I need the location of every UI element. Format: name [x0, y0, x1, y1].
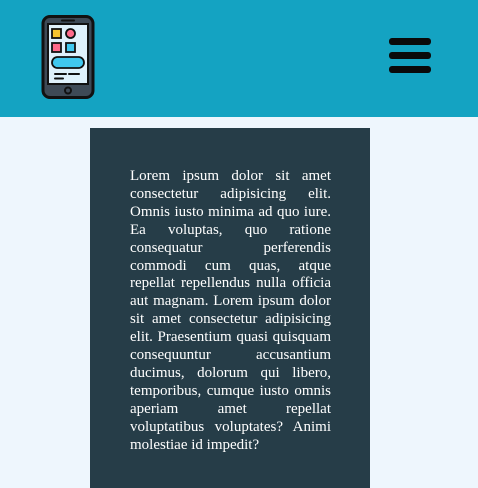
hamburger-menu-button[interactable]: [386, 36, 434, 76]
menu-bar-middle: [389, 52, 431, 59]
content-card: Lorem ipsum dolor sit amet consectetur a…: [90, 128, 370, 488]
card-paragraph: Lorem ipsum dolor sit amet consectetur a…: [130, 168, 331, 453]
menu-bar-top: [389, 38, 431, 45]
header: [0, 0, 478, 117]
menu-bar-bottom: [389, 66, 431, 73]
smartphone-apps-icon[interactable]: [41, 15, 95, 99]
